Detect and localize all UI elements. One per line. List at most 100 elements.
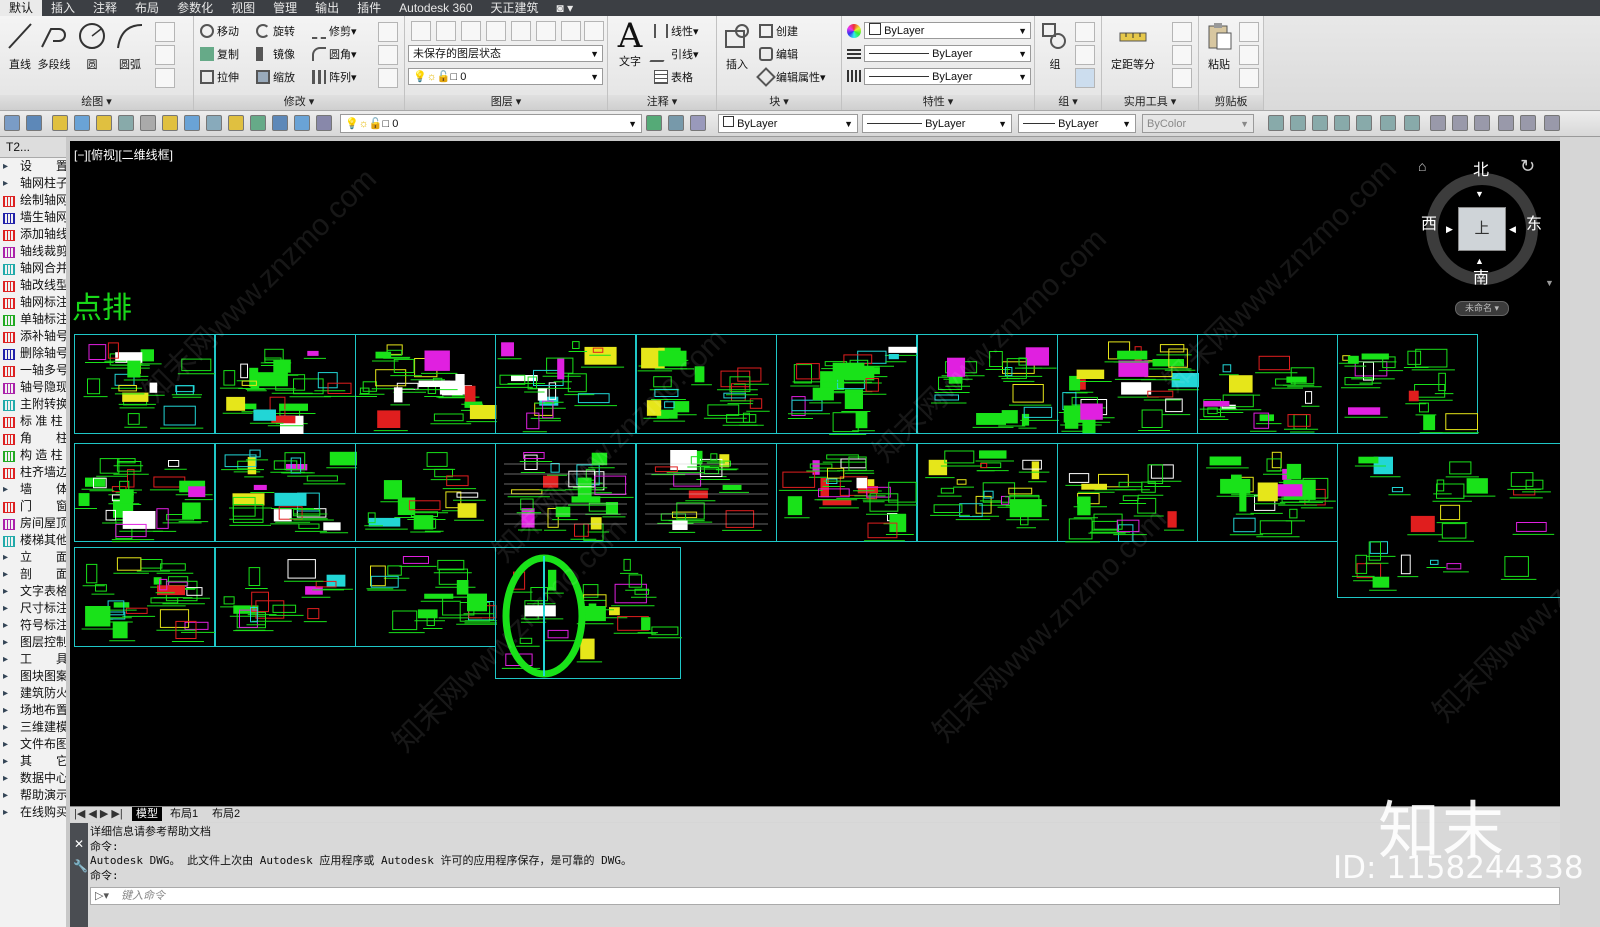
toolbar-button[interactable] <box>228 115 244 131</box>
toolbar-button[interactable] <box>26 115 42 131</box>
ribbon-toggle-icon[interactable]: ◙ ▾ <box>548 0 583 16</box>
toolbar-button[interactable] <box>162 115 178 131</box>
palette-item[interactable]: ▸ 剖 面 <box>0 566 66 583</box>
toolbar-button[interactable] <box>184 115 200 131</box>
palette-item[interactable]: ▸ 建筑防火 <box>0 685 66 702</box>
palette-title[interactable]: T2... <box>0 137 66 158</box>
toolbar-lineweight-dropdown[interactable]: ByLayer ▼ <box>1018 114 1136 133</box>
toolbar-button[interactable] <box>1452 115 1468 131</box>
group-selection-button[interactable] <box>1075 68 1095 88</box>
palette-item[interactable]: 轴网合并 <box>0 260 66 277</box>
palette-item[interactable]: 墙生轴网 <box>0 209 66 226</box>
text-button[interactable]: A 文字 <box>610 18 650 69</box>
menu-item[interactable]: 视图 <box>222 0 264 16</box>
palette-item[interactable]: 添加轴线 <box>0 226 66 243</box>
palette-item[interactable]: ▸ 图块图案 <box>0 668 66 685</box>
layer-properties-button[interactable] <box>411 21 431 41</box>
drawing-sheet-frame[interactable] <box>495 443 636 543</box>
ungroup-button[interactable] <box>1075 22 1095 42</box>
erase-button[interactable] <box>378 22 398 42</box>
toolbar-button[interactable] <box>140 115 156 131</box>
palette-item[interactable]: ▸ 轴网柱子 <box>0 175 66 192</box>
viewcube[interactable]: ⌂ ↻ 上 北 南 东 西 ▼ ▲ ◀ ▶ ▼ <box>1418 153 1560 313</box>
drawing-sheet-frame[interactable] <box>74 547 216 647</box>
tab-layout2[interactable]: 布局2 <box>212 807 240 821</box>
drawing-sheet-frame[interactable] <box>1197 443 1338 542</box>
circle-button[interactable]: 圆 <box>72 18 112 72</box>
properties-panel-title[interactable]: 特性 ▾ <box>842 95 1034 110</box>
toolbar-color-dropdown[interactable]: ByLayer ▼ <box>718 114 858 133</box>
layer-panel-title[interactable]: 图层 ▾ <box>405 95 607 110</box>
modify-panel-title[interactable]: 修改 ▾ <box>194 95 404 110</box>
palette-item[interactable]: 轴号隐现 <box>0 379 66 396</box>
layer-isolate-button[interactable] <box>461 21 481 41</box>
drawing-sheet-frame[interactable] <box>1337 334 1479 434</box>
toolbar-linetype-dropdown[interactable]: ByLayer ▼ <box>862 114 1012 133</box>
palette-item[interactable]: 柱齐墙边 <box>0 464 66 481</box>
toolbar-button[interactable] <box>1380 115 1396 131</box>
tab-model[interactable]: 模型 <box>132 807 162 821</box>
palette-item[interactable]: ▸ 文件布图 <box>0 736 66 753</box>
palette-item[interactable]: 构 造 柱 <box>0 447 66 464</box>
palette-item[interactable]: 绘制轴网 <box>0 192 66 209</box>
drawing-sheet-frame[interactable] <box>495 334 636 434</box>
drawing-sheet-frame[interactable] <box>1057 443 1198 543</box>
drawing-sheet-frame[interactable] <box>495 547 682 679</box>
edit-block-button[interactable]: 编辑 <box>759 45 798 63</box>
palette-item[interactable]: ▸ 墙 体 <box>0 481 66 498</box>
layer-freeze-button[interactable] <box>561 21 581 41</box>
palette-item[interactable]: ▸ 在线购买 <box>0 804 66 821</box>
toolbar-button[interactable] <box>1430 115 1446 131</box>
insert-button[interactable]: 插入 <box>717 18 757 72</box>
layer-unisolate-button[interactable] <box>486 21 506 41</box>
palette-item[interactable]: 轴改线型 <box>0 277 66 294</box>
toolbar-button[interactable] <box>272 115 288 131</box>
palette-item[interactable]: ▸ 尺寸标注 <box>0 600 66 617</box>
menu-item[interactable]: 布局 <box>126 0 168 16</box>
palette-item[interactable]: ▸ 符号标注 <box>0 617 66 634</box>
close-icon[interactable]: ✕ <box>74 837 84 851</box>
compass-west[interactable]: 西 <box>1421 210 1437 234</box>
toolbar-button[interactable] <box>52 115 68 131</box>
palette-item[interactable]: 轴网标注 <box>0 294 66 311</box>
drawing-sheet-frame[interactable] <box>1057 334 1199 434</box>
palette-item[interactable]: ▸ 三维建模 <box>0 719 66 736</box>
layer-previous-button[interactable] <box>536 21 556 41</box>
arrow-down-icon[interactable]: ▼ <box>1475 189 1484 199</box>
palette-item[interactable]: 添补轴号 <box>0 328 66 345</box>
layer-off-button[interactable] <box>584 21 604 41</box>
edit-attribute-button[interactable]: 编辑属性 ▾ <box>756 67 826 87</box>
toolbar-plotstyle-dropdown[interactable]: ByColor ▼ <box>1142 114 1254 133</box>
menu-item[interactable]: 默认 <box>0 0 43 16</box>
menu-item[interactable]: 管理 <box>264 0 306 16</box>
rotate-view-icon[interactable]: ↻ <box>1520 156 1535 177</box>
menu-item[interactable]: 注释 <box>84 0 126 16</box>
palette-item[interactable]: 轴线裁剪 <box>0 243 66 260</box>
drawing-sheet-frame[interactable] <box>776 443 918 542</box>
menu-item[interactable]: 插件 <box>348 0 390 16</box>
drawing-sheet-frame[interactable] <box>917 334 1059 434</box>
toolbar-button[interactable] <box>1498 115 1514 131</box>
palette-item[interactable]: 标 准 柱 <box>0 413 66 430</box>
palette-item[interactable]: ▸ 工 具 <box>0 651 66 668</box>
palette-item[interactable]: ▸ 场地布置 <box>0 702 66 719</box>
region-button[interactable] <box>155 68 175 88</box>
offset-button[interactable] <box>378 45 398 65</box>
palette-item[interactable]: 删除轴号 <box>0 345 66 362</box>
palette-item[interactable]: 角 柱 <box>0 430 66 447</box>
mirror-button[interactable]: 镜像 <box>256 45 295 63</box>
toolbar-button[interactable] <box>74 115 90 131</box>
polyline-button[interactable]: 多段线 <box>34 18 74 72</box>
layer-state-dropdown[interactable]: 未保存的图层状态 ▼ <box>408 45 603 62</box>
stretch-button[interactable]: 拉伸 <box>200 68 239 86</box>
drawing-sheet-frame[interactable] <box>355 334 497 434</box>
hatch-button[interactable] <box>155 45 175 65</box>
explode-button[interactable] <box>378 68 398 88</box>
arc-button[interactable]: 圆弧 <box>110 18 150 72</box>
compass-north[interactable]: 北 <box>1473 156 1489 180</box>
palette-item[interactable]: 房间屋顶 <box>0 515 66 532</box>
toolbar-button[interactable] <box>646 115 662 131</box>
toolbar-button[interactable] <box>316 115 332 131</box>
group-edit-button[interactable] <box>1075 45 1095 65</box>
toolbar-button[interactable] <box>1268 115 1284 131</box>
